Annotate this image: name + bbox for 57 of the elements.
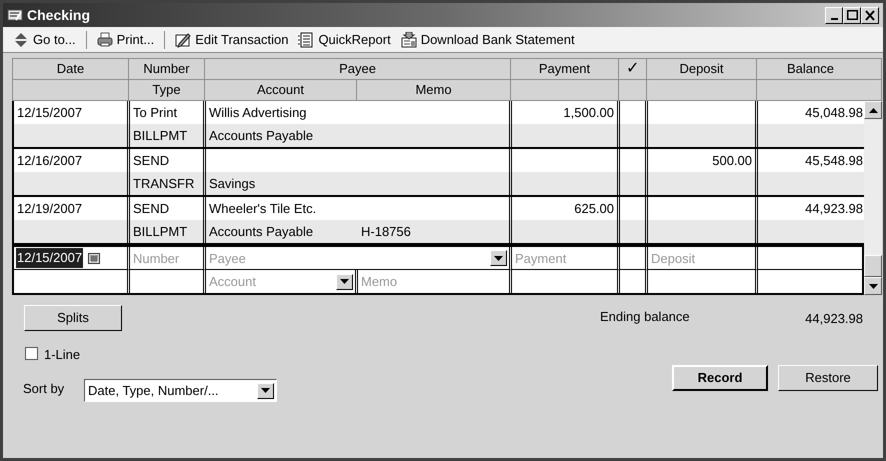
column-header: Payment: [511, 59, 619, 80]
calendar-button[interactable]: [86, 251, 102, 265]
column-header: Memo: [357, 80, 511, 101]
sort-by-label: Sort by: [23, 380, 64, 398]
scrollbar[interactable]: [864, 101, 882, 295]
report-icon: [298, 32, 314, 48]
column-header: Deposit: [647, 59, 757, 80]
table-cell-text: Savings: [208, 174, 256, 193]
window-title: Checking: [27, 6, 90, 25]
register-icon: [7, 7, 23, 23]
column-header: Date: [13, 59, 129, 80]
ending-balance-label: Ending balance: [600, 308, 690, 326]
toolbar-button[interactable]: QuickReport: [296, 28, 393, 50]
column-header: Payee: [205, 59, 511, 80]
record-button[interactable]: Record: [672, 365, 768, 391]
splits-button[interactable]: Splits: [24, 305, 122, 331]
close-icon: [865, 10, 875, 20]
download-statement-icon: [400, 32, 417, 48]
close-button[interactable]: [861, 6, 879, 24]
header-cell: [619, 80, 647, 101]
date-field[interactable]: 12/15/2007: [16, 248, 84, 268]
caret-icon: [494, 256, 503, 260]
scroll-down-icon: [868, 284, 878, 288]
dropdown-button[interactable]: [257, 382, 274, 398]
column-header: ✓: [619, 59, 647, 80]
column-header: Account: [205, 80, 357, 101]
printer-icon: [96, 32, 113, 48]
toolbar-button[interactable]: Download Bank Statement: [398, 28, 577, 50]
up-down-arrows-icon: [13, 32, 29, 48]
minimize-icon: [830, 18, 838, 20]
minimize-button[interactable]: [825, 6, 843, 24]
ending-balance-value: 44,923.98: [805, 310, 863, 328]
caret-icon: [340, 279, 349, 284]
toolbar-button[interactable]: Edit Transaction: [173, 28, 290, 50]
table-cell-text: 44,923.98: [804, 200, 864, 218]
table-cell-text: 45,048.98: [804, 104, 864, 122]
checkbox-label: 1-Line: [44, 346, 80, 364]
toolbar-button[interactable]: Print...: [94, 28, 156, 50]
checkbox[interactable]: [25, 347, 38, 360]
maximize-icon: [846, 10, 858, 20]
sort-dropdown[interactable]: Date, Type, Number/...: [84, 379, 277, 402]
table-cell-text: Accounts Payable: [208, 126, 314, 145]
caret-icon: [261, 388, 270, 393]
toolbar-button[interactable]: Go to...: [11, 28, 78, 50]
table-cell-text: Accounts Payable: [208, 222, 314, 241]
header-cell: [864, 80, 882, 101]
column-header: Type: [129, 80, 205, 101]
pencil-on-paper-icon: [175, 32, 192, 48]
restore-button[interactable]: Restore: [778, 365, 878, 391]
scroll-up-icon: [868, 108, 878, 112]
dropdown-button[interactable]: [336, 274, 353, 290]
maximize-button[interactable]: [843, 6, 861, 24]
column-header: Number: [129, 59, 205, 80]
calendar-icon: [88, 252, 100, 264]
dropdown-button[interactable]: [490, 250, 507, 266]
table-cell-text: 45,548.98: [804, 152, 864, 170]
scroll-thumb[interactable]: [864, 255, 882, 277]
